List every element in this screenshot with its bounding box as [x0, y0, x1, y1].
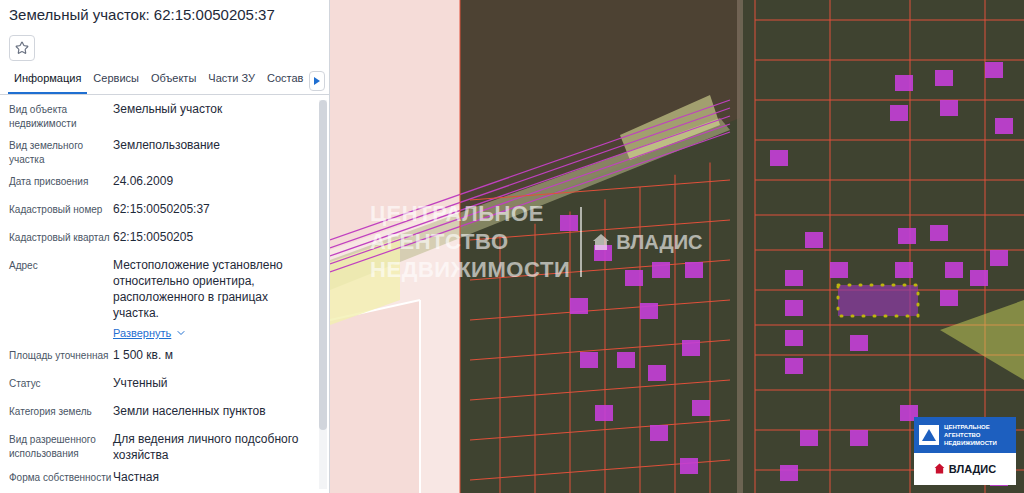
field-value: 1 500 кв. м: [113, 347, 311, 363]
fields-list: Вид объекта недвижимостиЗемельный участо…: [0, 95, 329, 493]
field-label: Адрес: [9, 257, 113, 273]
watermark-line: НЕДВИЖИМОСТИ: [370, 256, 570, 284]
tabs-scroll-button[interactable]: [309, 71, 325, 91]
field-value: 62:15:0050205:37: [113, 201, 311, 217]
arrow-right-icon: [314, 77, 320, 85]
field-row: Категория земельЗемли населенных пунктов: [9, 403, 311, 425]
agency-logo-icon: [918, 424, 940, 446]
tab[interactable]: Состав: [261, 70, 309, 95]
field-row: Кадастровый номер62:15:0050205:37: [9, 201, 311, 223]
logo-line: ЦЕНТРАЛЬНОЕ: [944, 423, 997, 431]
app: Земельный участок: 62:15:0050205:37 Инфор…: [0, 0, 1024, 493]
field-row: Площадь уточненная1 500 кв. м: [9, 347, 311, 369]
house-icon: [934, 463, 945, 474]
watermark-line: АГЕНТСТВО: [370, 228, 570, 256]
scrollbar[interactable]: [319, 100, 327, 489]
field-label: Статус: [9, 375, 113, 391]
field-value: Частная: [113, 469, 311, 485]
field-value: Земли населенных пунктов: [113, 403, 311, 419]
field-value: Учтенный: [113, 375, 311, 391]
watermark: ЦЕНТРАЛЬНОЕАГЕНТСТВОНЕДВИЖИМОСТИ ВЛАДИС: [370, 200, 703, 284]
watermark-divider: [580, 207, 582, 277]
chevron-down-icon: [175, 327, 187, 339]
expand-link[interactable]: Развернуть: [113, 325, 311, 341]
field-row: СтатусУчтенный: [9, 375, 311, 397]
logo-line: НЕДВИЖИМОСТИ: [944, 439, 997, 447]
field-row: Вид разрешенного использованияДля ведени…: [9, 431, 311, 463]
logo-brand: ВЛАДИС: [914, 453, 1016, 486]
field-row: Форма собственностиЧастная: [9, 469, 311, 491]
favorite-button[interactable]: [9, 35, 35, 61]
map[interactable]: ЦЕНТРАЛЬНОЕАГЕНТСТВОНЕДВИЖИМОСТИВЛАДИСЦЕ…: [330, 0, 1024, 493]
field-label: Площадь уточненная: [9, 347, 113, 363]
tab[interactable]: Части ЗУ: [202, 70, 261, 95]
scrollbar-thumb[interactable]: [319, 100, 327, 430]
field-value: 62:15:0050205: [113, 229, 311, 245]
field-label: Вид земельного участка: [9, 137, 113, 167]
watermark-brand: ВЛАДИС: [592, 227, 702, 257]
tab[interactable]: Объекты: [145, 70, 202, 95]
tab-bar: ИнформацияСервисыОбъектыЧасти ЗУСостав: [0, 69, 329, 95]
logo-line: АГЕНТСТВО: [944, 431, 997, 439]
field-label: Вид разрешенного использования: [9, 431, 113, 461]
field-label: Кадастровый квартал: [9, 229, 113, 245]
tab[interactable]: Сервисы: [87, 70, 145, 95]
field-row: АдресМестоположение установлено относите…: [9, 257, 311, 341]
field-row: Дата присвоения24.06.2009: [9, 173, 311, 195]
info-panel: Земельный участок: 62:15:0050205:37 Инфор…: [0, 0, 330, 493]
field-label: Форма собственности: [9, 469, 113, 485]
panel-title: Земельный участок: 62:15:0050205:37: [0, 0, 329, 25]
house-icon: [592, 233, 610, 251]
star-icon: [15, 41, 29, 55]
field-value: Для ведения личного подсобного хозяйства: [113, 431, 311, 463]
tab[interactable]: Информация: [8, 70, 87, 95]
field-value: Земельный участок: [113, 101, 311, 117]
field-label: Вид объекта недвижимости: [9, 101, 113, 131]
field-value: Землепользование: [113, 137, 311, 153]
watermark-line: ЦЕНТРАЛЬНОЕ: [370, 200, 570, 228]
field-label: Кадастровый номер: [9, 201, 113, 217]
logo-badge: ЦЕНТРАЛЬНОЕАГЕНТСТВОНЕДВИЖИМОСТИ ВЛАДИС: [914, 417, 1016, 486]
field-row: Вид объекта недвижимостиЗемельный участо…: [9, 101, 311, 131]
field-row: Кадастровый квартал62:15:0050205: [9, 229, 311, 251]
field-value: Местоположение установлено относительно …: [113, 257, 311, 341]
field-value: 24.06.2009: [113, 173, 311, 189]
field-label: Дата присвоения: [9, 173, 113, 189]
field-label: Категория земель: [9, 403, 113, 419]
field-row: Вид земельного участкаЗемлепользование: [9, 137, 311, 167]
